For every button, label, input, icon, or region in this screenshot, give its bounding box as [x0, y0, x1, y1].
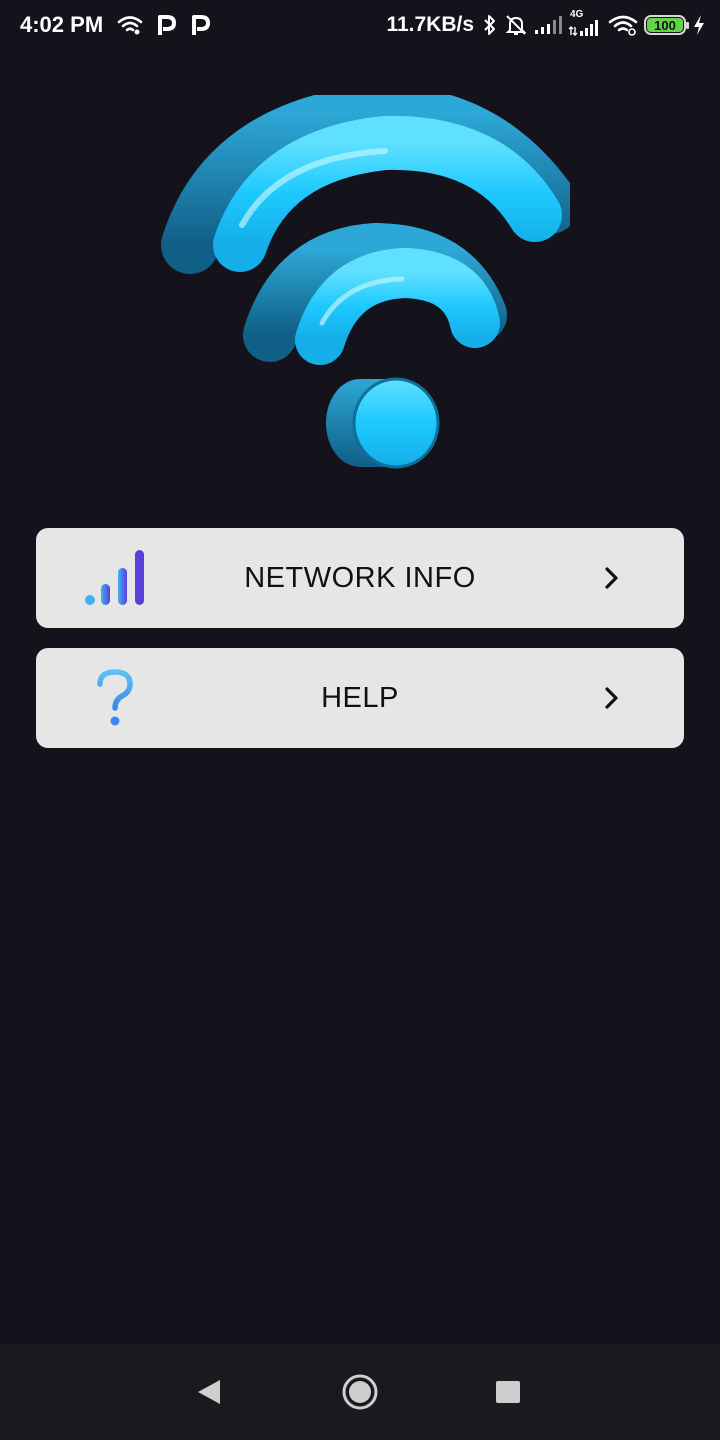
signal-4g-icon: 4G: [568, 9, 602, 37]
signal-icon: [534, 15, 562, 35]
alarm-off-icon: [504, 13, 528, 37]
chevron-right-icon: [600, 566, 624, 590]
status-time: 4:02 PM: [20, 12, 104, 37]
navigation-bar: [0, 1344, 720, 1440]
recent-apps-icon[interactable]: [488, 1372, 528, 1412]
battery-level: 100: [654, 17, 676, 33]
network-info-label: NETWORK INFO: [244, 561, 476, 594]
back-icon[interactable]: [188, 1372, 228, 1412]
charging-icon: [692, 14, 706, 36]
network-info-button[interactable]: NETWORK INFO: [36, 528, 684, 628]
parking-p-icon: [189, 13, 211, 37]
status-bar: 4:02 PM 11.7KB/s 4G 100: [0, 0, 720, 50]
wifi-icon: [117, 15, 143, 35]
bluetooth-icon: [482, 13, 498, 37]
wifi-icon: [608, 14, 638, 36]
wifi-3d-logo: [150, 85, 579, 485]
parking-p-icon: [155, 13, 177, 37]
battery-icon: 100: [644, 15, 689, 35]
home-icon[interactable]: [340, 1372, 380, 1412]
help-label: HELP: [321, 681, 399, 714]
help-button[interactable]: HELP: [36, 648, 684, 748]
chevron-right-icon: [600, 686, 624, 710]
net-speed: 11.7KB/s: [386, 13, 474, 36]
